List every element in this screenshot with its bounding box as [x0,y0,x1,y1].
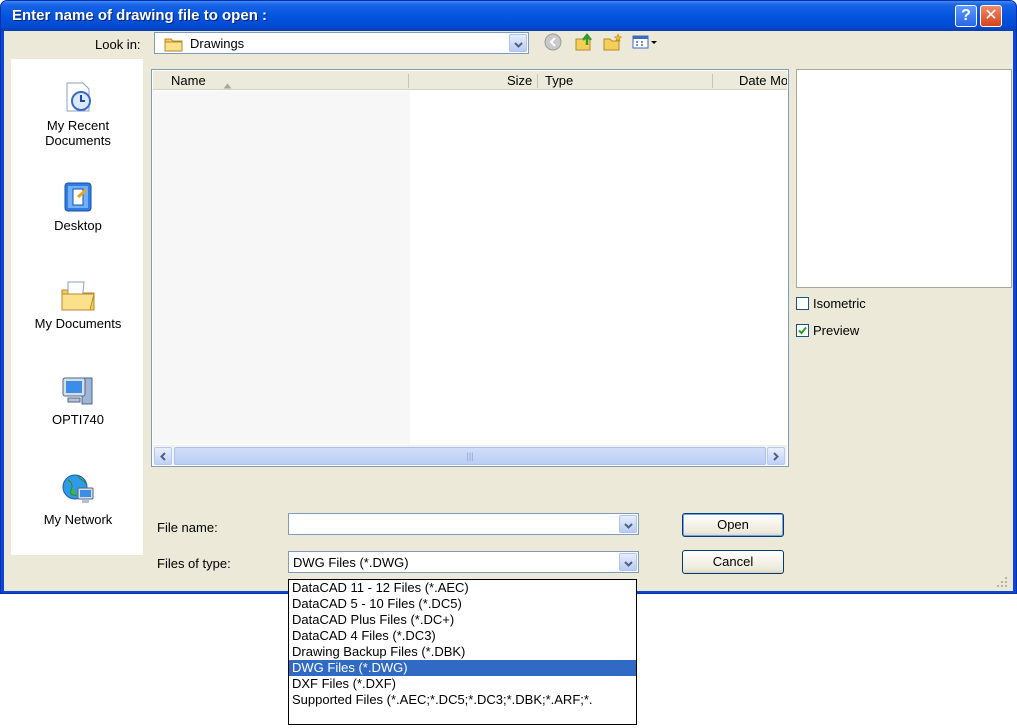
column-type[interactable]: Type [545,73,573,88]
file-type-option[interactable]: Drawing Backup Files (*.DBK) [289,644,636,660]
help-button[interactable]: ? [955,5,977,27]
place-my-recent-documents[interactable]: My Recent Documents [12,80,144,148]
computer-icon [12,374,144,408]
scrollbar-thumb[interactable]: ||| [174,447,766,465]
files-of-type-dropdown-list[interactable]: DataCAD 11 - 12 Files (*.AEC) DataCAD 5 … [288,579,637,725]
look-in-dropdown-button[interactable] [509,34,527,52]
checkbox-box[interactable] [796,324,809,337]
folder-icon [164,36,184,55]
file-type-option[interactable]: Supported Files (*.AEC;*.DC5;*.DC3;*.DBK… [289,692,636,708]
open-button[interactable]: Open [682,513,784,537]
column-size[interactable]: Size [507,73,532,88]
files-of-type-dropdown-button[interactable] [619,553,637,571]
file-name-combo[interactable] [288,513,639,535]
files-of-type-combo[interactable]: DWG Files (*.DWG) [288,551,639,573]
place-label: Desktop [54,218,102,233]
new-folder-button[interactable] [602,32,624,54]
file-type-option[interactable]: DataCAD 5 - 10 Files (*.DC5) [289,596,636,612]
place-label: My Recent [46,118,110,133]
isometric-label: Isometric [813,296,866,311]
column-date-modified[interactable]: Date Mo [739,73,787,88]
horizontal-scrollbar[interactable]: ||| [153,445,787,465]
resize-grip-icon[interactable] [997,575,1007,587]
look-in-value: Drawings [190,36,245,51]
scroll-left-button[interactable] [154,447,172,465]
recent-documents-icon [12,80,144,114]
preview-pane [796,69,1012,288]
files-of-type-label: Files of type: [157,556,231,571]
place-my-documents[interactable]: My Documents [12,278,144,331]
file-type-option[interactable]: DataCAD 11 - 12 Files (*.AEC) [289,580,636,596]
file-name-label: File name: [157,520,218,535]
file-list-header: Name Size Type Date Mo [153,71,787,90]
file-type-option[interactable]: DataCAD Plus Files (*.DC+) [289,612,636,628]
close-button[interactable]: ✕ [980,5,1002,27]
my-documents-icon [12,278,144,312]
column-separator[interactable] [712,74,713,88]
file-list-view[interactable]: Name Size Type Date Mo ||| [151,69,789,467]
preview-checkbox[interactable]: Preview [796,323,859,338]
place-desktop[interactable]: Desktop [12,180,144,233]
back-arrow-icon [544,33,562,54]
column-separator[interactable] [537,74,538,88]
column-name[interactable]: Name [171,73,206,88]
look-in-combo[interactable]: Drawings [154,32,529,54]
sort-ascending-icon [223,77,232,92]
scroll-right-button[interactable] [767,447,785,465]
up-one-level-button[interactable] [574,32,596,54]
places-bar: My Recent Documents Desktop My Documents… [11,59,143,555]
chevron-down-icon [623,517,633,532]
cancel-button[interactable]: Cancel [682,550,784,574]
view-menu-button[interactable] [631,32,659,54]
place-my-computer[interactable]: OPTI740 [12,374,144,427]
chevron-left-icon [160,449,166,464]
name-column-highlight [153,91,410,444]
chevron-down-icon [623,555,633,570]
view-menu-icon [632,34,658,53]
desktop-icon [12,180,144,214]
file-type-option[interactable]: DXF Files (*.DXF) [289,676,636,692]
look-in-label: Look in: [95,37,141,52]
file-type-option[interactable]: DataCAD 4 Files (*.DC3) [289,628,636,644]
checkmark-icon [798,323,807,338]
place-label: OPTI740 [51,412,105,427]
preview-label: Preview [813,323,860,338]
isometric-checkbox[interactable]: Isometric [796,296,866,311]
title-bar[interactable]: Enter name of drawing file to open : ? ✕ [1,1,1016,31]
open-dialog-window: Enter name of drawing file to open : ? ✕… [0,0,1017,594]
window-title: Enter name of drawing file to open : [12,7,268,24]
file-type-option-selected[interactable]: DWG Files (*.DWG) [289,660,636,676]
files-of-type-value: DWG Files (*.DWG) [293,555,409,570]
chevron-down-icon [513,36,523,51]
up-folder-icon [575,32,595,54]
chevron-right-icon [773,449,779,464]
file-name-dropdown-button[interactable] [619,515,637,533]
place-label: Documents [45,133,111,148]
column-separator[interactable] [408,74,409,88]
place-label: My Network [43,512,113,527]
checkbox-box[interactable] [796,297,809,310]
place-label: My Documents [34,316,122,331]
back-button[interactable] [542,32,564,54]
network-icon [12,472,144,508]
new-folder-icon [603,32,623,54]
dialog-client-area: Look in: Drawings My Recent Documents De… [4,31,1013,591]
place-my-network[interactable]: My Network [12,472,144,527]
